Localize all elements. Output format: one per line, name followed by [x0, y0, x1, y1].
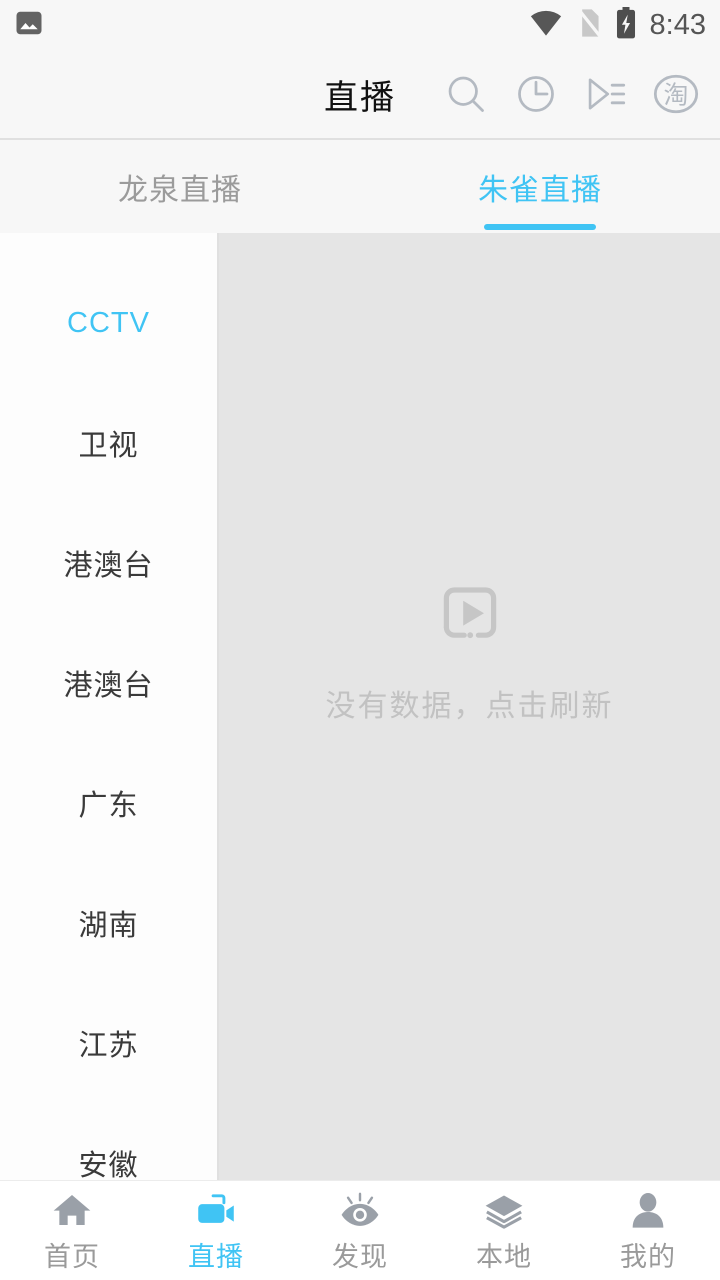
image-icon	[14, 8, 44, 43]
history-clock-icon[interactable]	[512, 70, 560, 118]
sidebar-item-hunan[interactable]: 湖南	[0, 863, 217, 983]
video-placeholder-icon	[434, 578, 506, 655]
nav-item-live[interactable]: 直播	[144, 1187, 288, 1274]
person-icon	[628, 1187, 668, 1229]
title-bar: 直播 淘	[0, 50, 720, 140]
status-bar: 8:43	[0, 0, 720, 50]
search-icon[interactable]	[442, 70, 490, 118]
empty-state-text: 没有数据，点击刷新	[325, 690, 614, 723]
status-bar-notifications	[14, 8, 44, 43]
sidebar-item-label: CCTV	[67, 306, 150, 339]
nav-item-local[interactable]: 本地	[432, 1187, 576, 1274]
nav-label: 直播	[188, 1242, 244, 1272]
home-icon	[52, 1187, 92, 1229]
body-row: CCTV 卫视 港澳台 港澳台 广东 湖南 江苏 安徽 没有数据，点击刷新	[0, 233, 720, 1180]
nav-item-home[interactable]: 首页	[0, 1187, 144, 1274]
app-root: 8:43 直播 淘 龙泉直播 朱雀直播 CCTV 卫视 港澳台 港澳台 广东 湖…	[0, 0, 720, 1280]
svg-text:淘: 淘	[664, 81, 689, 110]
bottom-navigation: 首页 直播 发现 本地 我的	[0, 1180, 720, 1280]
no-sim-icon	[576, 8, 602, 43]
sidebar-item-gangaotai-2[interactable]: 港澳台	[0, 623, 217, 743]
tab-zhuque-live[interactable]: 朱雀直播	[360, 140, 720, 233]
category-sidebar[interactable]: CCTV 卫视 港澳台 港澳台 广东 湖南 江苏 安徽	[0, 233, 219, 1180]
sidebar-item-guangdong[interactable]: 广东	[0, 743, 217, 863]
nav-item-profile[interactable]: 我的	[576, 1187, 720, 1274]
tab-label: 朱雀直播	[478, 173, 602, 207]
nav-label: 我的	[620, 1242, 676, 1272]
nav-label: 首页	[44, 1242, 100, 1272]
tab-label: 龙泉直播	[118, 173, 242, 207]
sidebar-item-label: 安徽	[78, 1150, 139, 1180]
nav-item-discover[interactable]: 发现	[288, 1187, 432, 1274]
nav-label: 本地	[476, 1242, 532, 1272]
eye-discover-icon	[339, 1187, 381, 1229]
sidebar-item-label: 湖南	[78, 910, 139, 942]
sidebar-item-label: 港澳台	[63, 670, 154, 702]
battery-charging-icon	[615, 6, 637, 44]
nav-label: 发现	[332, 1242, 388, 1272]
status-bar-indicators: 8:43	[529, 6, 706, 44]
title-bar-actions: 淘	[442, 70, 720, 118]
wifi-icon	[529, 9, 563, 42]
tab-longquan-live[interactable]: 龙泉直播	[0, 140, 360, 233]
sidebar-item-jiangsu[interactable]: 江苏	[0, 983, 217, 1103]
sidebar-item-anhui[interactable]: 安徽	[0, 1103, 217, 1180]
sidebar-item-label: 江苏	[78, 1030, 139, 1062]
taobao-icon[interactable]: 淘	[652, 70, 700, 118]
playlist-icon[interactable]	[582, 70, 630, 118]
sidebar-item-label: 广东	[78, 790, 139, 822]
layers-icon	[483, 1187, 525, 1229]
tab-active-underline	[484, 224, 596, 230]
channel-content-area[interactable]: 没有数据，点击刷新	[219, 233, 720, 1180]
sidebar-item-label: 港澳台	[63, 550, 154, 582]
status-bar-clock: 8:43	[649, 8, 706, 41]
sidebar-item-weishi[interactable]: 卫视	[0, 383, 217, 503]
sidebar-item-label: 卫视	[78, 430, 139, 462]
tab-bar: 龙泉直播 朱雀直播	[0, 140, 720, 233]
sidebar-item-cctv[interactable]: CCTV	[0, 263, 217, 383]
video-camera-icon	[195, 1187, 237, 1229]
sidebar-item-gangaotai-1[interactable]: 港澳台	[0, 503, 217, 623]
empty-state[interactable]: 没有数据，点击刷新	[326, 578, 614, 725]
